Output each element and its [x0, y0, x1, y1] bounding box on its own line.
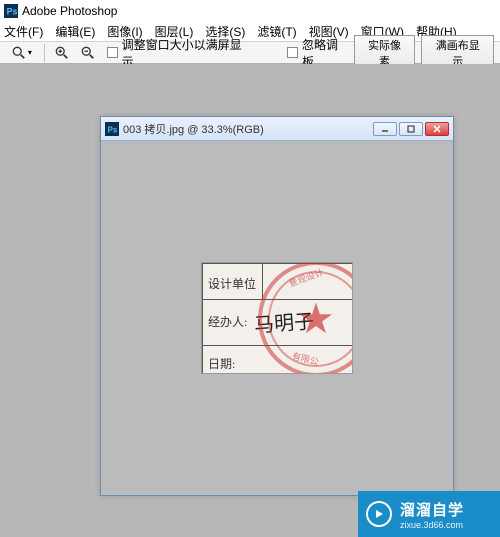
form-label-date: 日期: [208, 355, 235, 372]
maximize-button[interactable] [399, 122, 423, 136]
star-icon: ★ [297, 298, 335, 340]
svg-text:Ps: Ps [7, 7, 18, 17]
zoom-out-button[interactable] [77, 44, 99, 62]
minimize-button[interactable] [373, 122, 397, 136]
photoshop-icon: Ps [4, 4, 18, 18]
options-bar: ▾ 调整窗口大小以满屏显示 忽略调板 实际像素 满画布显示 [0, 42, 500, 64]
document-canvas[interactable]: 设计单位 经办人: 日期: 马明子 ★ 景观设计 有限公 [101, 141, 453, 495]
workspace: Ps 003 拷贝.jpg @ 33.3%(RGB) [0, 64, 500, 537]
form-label-design-unit: 设计单位 [208, 275, 256, 292]
watermark: 溜溜自学 zixue.3d66.com [358, 491, 500, 537]
red-stamp: ★ 景观设计 有限公 [258, 262, 353, 374]
zoom-in-button[interactable] [51, 44, 73, 62]
document-window[interactable]: Ps 003 拷贝.jpg @ 33.3%(RGB) [100, 116, 454, 496]
document-titlebar[interactable]: Ps 003 拷贝.jpg @ 33.3%(RGB) [101, 117, 453, 141]
watermark-url: zixue.3d66.com [400, 520, 464, 530]
stamp-text-top: 景观设计 [287, 265, 325, 290]
divider [44, 44, 45, 62]
fit-window-checkbox[interactable] [107, 47, 118, 58]
document-title: 003 拷贝.jpg @ 33.3%(RGB) [123, 121, 369, 137]
close-button[interactable] [425, 122, 449, 136]
svg-text:Ps: Ps [108, 125, 118, 134]
app-titlebar: Ps Adobe Photoshop [0, 0, 500, 22]
play-icon [366, 501, 392, 527]
form-label-handler: 经办人: [208, 313, 247, 330]
image-content: 设计单位 经办人: 日期: 马明子 ★ 景观设计 有限公 [201, 262, 353, 374]
menu-edit[interactable]: 编辑(E) [55, 23, 95, 40]
watermark-brand: 溜溜自学 [400, 499, 464, 520]
document-icon: Ps [105, 122, 119, 136]
stamp-text-bottom: 有限公 [291, 349, 320, 368]
ignore-palettes-checkbox[interactable] [287, 47, 298, 58]
menu-file[interactable]: 文件(F) [4, 23, 43, 40]
app-title: Adobe Photoshop [22, 4, 117, 18]
zoom-tool-dropdown[interactable]: ▾ [6, 44, 38, 62]
